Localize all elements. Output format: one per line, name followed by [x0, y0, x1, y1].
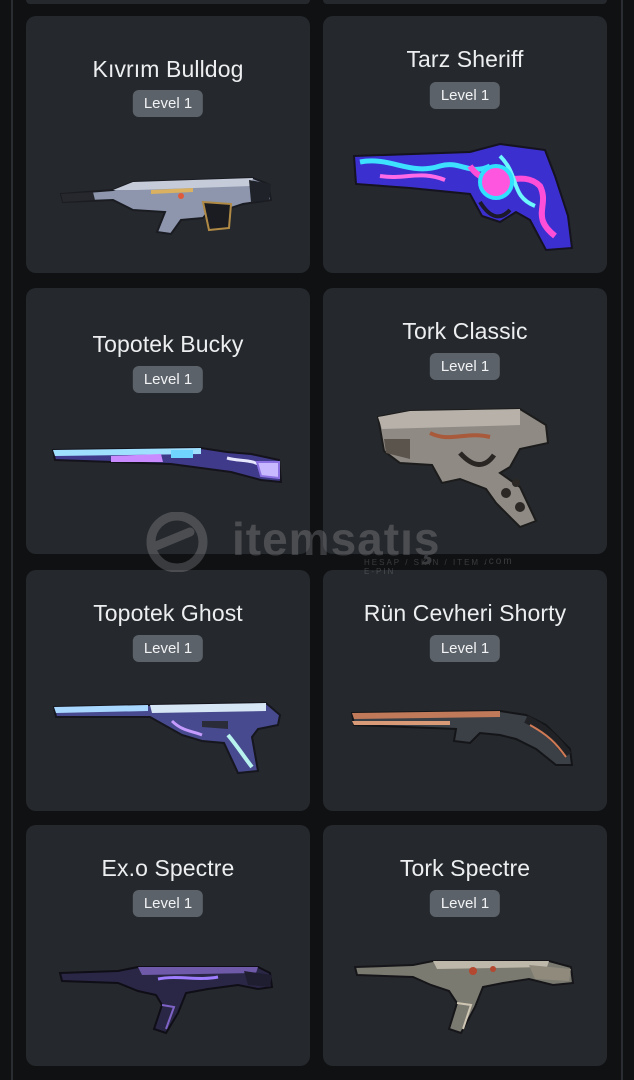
sheriff-revolver-icon — [323, 126, 607, 266]
watermark-suffix: .com — [484, 556, 514, 567]
previous-card-bottom — [26, 0, 310, 4]
left-rail — [11, 0, 13, 1080]
level-badge: Level 1 — [132, 890, 204, 917]
spectre-smg-icon — [26, 945, 310, 1045]
skin-name: Kıvrım Bulldog — [92, 56, 244, 82]
right-rail — [621, 0, 623, 1080]
skin-card[interactable]: Topotek Ghost Level 1 — [26, 570, 310, 811]
skin-name: Tarz Sheriff — [406, 46, 524, 72]
skin-card[interactable]: Kıvrım Bulldog Level 1 — [26, 16, 310, 273]
skin-card[interactable]: Tarz Sheriff Level 1 — [323, 16, 607, 273]
skin-name: Ex.o Spectre — [101, 855, 235, 881]
level-badge: Level 1 — [132, 90, 204, 117]
skin-name: Tork Classic — [402, 318, 528, 344]
skin-card[interactable]: Topotek Bucky Level 1 — [26, 288, 310, 554]
level-badge: Level 1 — [429, 82, 501, 109]
skin-card[interactable]: Tork Classic Level 1 — [323, 288, 607, 554]
skin-name: Topotek Ghost — [93, 600, 243, 626]
classic-pistol-icon — [323, 398, 607, 538]
level-badge: Level 1 — [429, 890, 501, 917]
shorty-shotgun-icon — [323, 688, 607, 778]
bulldog-rifle-icon — [26, 141, 310, 251]
skin-name: Tork Spectre — [399, 855, 531, 881]
skin-name: Topotek Bucky — [92, 331, 244, 357]
skin-name: Rün Cevheri Shorty — [363, 600, 567, 626]
ghost-pistol-icon — [26, 688, 310, 778]
level-badge: Level 1 — [132, 366, 204, 393]
spectre-smg-icon — [323, 943, 607, 1043]
skin-card[interactable]: Rün Cevheri Shorty Level 1 — [323, 570, 607, 811]
level-badge: Level 1 — [429, 635, 501, 662]
skin-card[interactable]: Ex.o Spectre Level 1 — [26, 825, 310, 1066]
level-badge: Level 1 — [429, 353, 501, 380]
level-badge: Level 1 — [132, 635, 204, 662]
bucky-shotgun-icon — [26, 423, 310, 503]
skin-card[interactable]: Tork Spectre Level 1 — [323, 825, 607, 1066]
previous-card-bottom — [323, 0, 607, 4]
